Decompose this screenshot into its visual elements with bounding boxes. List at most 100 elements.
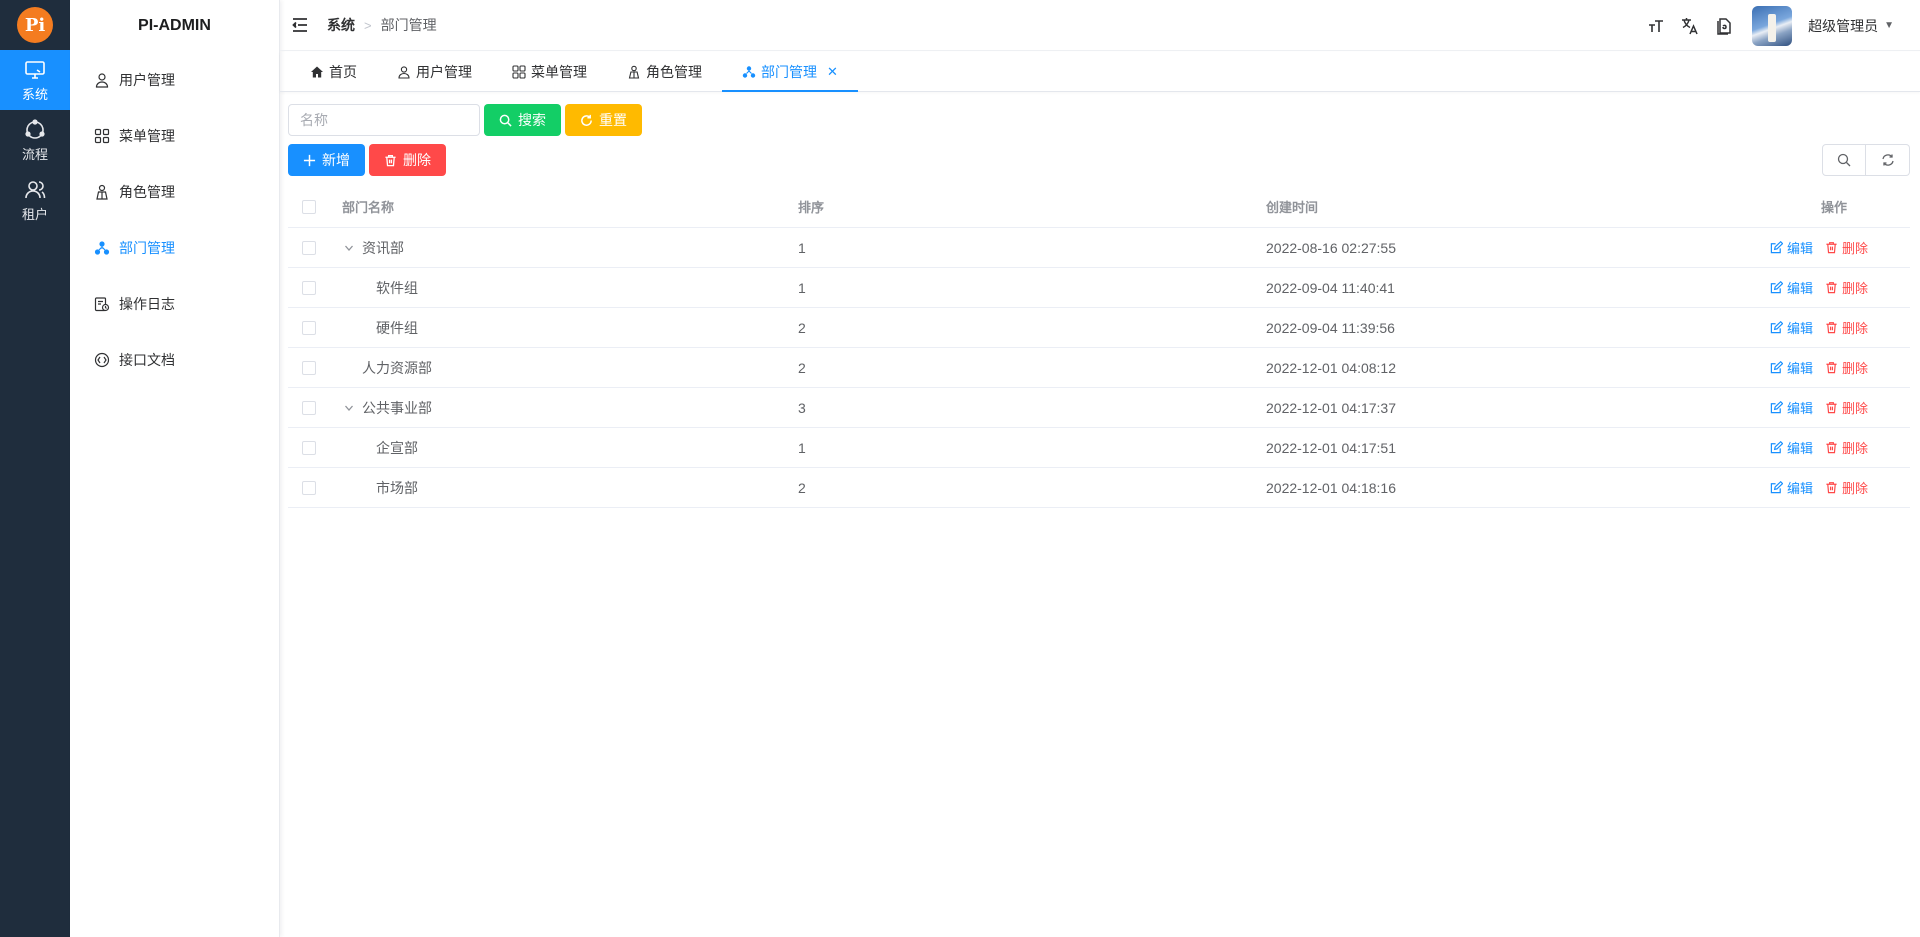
refresh-icon	[1881, 154, 1894, 166]
flow-icon	[25, 118, 45, 139]
delete-button[interactable]: 删除	[1825, 478, 1868, 497]
edit-button[interactable]: 编辑	[1770, 398, 1813, 417]
tab-users[interactable]: 用户管理	[377, 52, 492, 91]
edit-button[interactable]: 编辑	[1770, 358, 1813, 377]
edit-icon	[1770, 321, 1783, 334]
cell-created: 2022-12-01 04:17:51	[1266, 439, 1396, 456]
delete-button[interactable]: 删除	[1825, 438, 1868, 457]
tab-menus[interactable]: 菜单管理	[492, 52, 607, 91]
edit-label: 编辑	[1786, 241, 1813, 256]
menu-fold-icon[interactable]	[291, 16, 309, 34]
delete-button[interactable]: 删除	[1825, 278, 1868, 297]
department-name: 人力资源部	[362, 359, 432, 376]
batch-delete-label: 删除	[403, 152, 431, 168]
trash-icon	[1826, 482, 1837, 494]
rail-item-flow[interactable]: 流程	[0, 110, 70, 170]
row-checkbox[interactable]	[302, 440, 316, 455]
chevron-down-icon[interactable]	[342, 243, 356, 253]
table-row: 企宣部 1 2022-12-01 04:17:51 编辑 删除	[288, 428, 1910, 468]
font-size-icon[interactable]	[1646, 16, 1666, 36]
cell-created: 2022-08-16 02:27:55	[1266, 239, 1396, 256]
username[interactable]: 超级管理员	[1808, 16, 1878, 36]
row-checkbox[interactable]	[302, 280, 316, 295]
cell-name: 硬件组	[316, 318, 798, 338]
search-icon	[1837, 153, 1851, 167]
edit-icon	[1770, 441, 1783, 454]
app-logo[interactable]: Pi	[0, 0, 70, 50]
search-button-label: 搜索	[518, 112, 546, 128]
menu-item-label: 菜单管理	[119, 128, 175, 144]
table-row: 人力资源部 2 2022-12-01 04:08:12 编辑 删除	[288, 348, 1910, 388]
department-name: 硬件组	[376, 319, 418, 336]
department-name: 软件组	[376, 279, 418, 296]
menu-item-label: 接口文档	[119, 352, 175, 368]
close-icon[interactable]: ✕	[827, 64, 838, 80]
menu-item-label: 部门管理	[119, 240, 175, 256]
menu-item-roles[interactable]: 角色管理	[70, 164, 279, 220]
edit-button[interactable]: 编辑	[1770, 478, 1813, 497]
cell-created: 2022-12-01 04:18:16	[1266, 479, 1396, 496]
edit-button[interactable]: 编辑	[1770, 318, 1813, 337]
role-icon	[628, 65, 640, 79]
rail-item-tenant[interactable]: 租户	[0, 170, 70, 230]
cell-sort: 1	[798, 439, 806, 456]
trash-icon	[1826, 322, 1837, 334]
translate-icon[interactable]	[1680, 16, 1700, 36]
refresh-button[interactable]	[1866, 144, 1910, 176]
toggle-search-button[interactable]	[1822, 144, 1866, 176]
edit-button[interactable]: 编辑	[1770, 278, 1813, 297]
row-checkbox[interactable]	[302, 400, 316, 415]
cell-name: 软件组	[316, 278, 798, 298]
row-checkbox[interactable]	[302, 480, 316, 495]
delete-button[interactable]: 删除	[1825, 398, 1868, 417]
org-icon	[94, 241, 110, 255]
name-search-input[interactable]	[288, 104, 480, 136]
table-header: 部门名称 排序 创建时间 操作	[288, 186, 1910, 228]
chevron-down-icon[interactable]: ▼	[1884, 20, 1894, 31]
column-header-created: 创建时间	[1266, 200, 1319, 215]
log-icon	[94, 297, 110, 312]
table-tools	[1822, 144, 1910, 176]
cell-name: 人力资源部	[316, 358, 798, 378]
menu-item-label: 操作日志	[119, 296, 175, 312]
cell-created: 2022-09-04 11:40:41	[1266, 279, 1395, 296]
reset-button[interactable]: 重置	[565, 104, 642, 136]
grid-icon	[94, 128, 110, 144]
search-button[interactable]: 搜索	[484, 104, 561, 136]
rail-item-system[interactable]: 系统	[0, 50, 70, 110]
cell-actions: 编辑 删除	[1736, 238, 1892, 257]
edit-label: 编辑	[1786, 401, 1813, 416]
batch-delete-button[interactable]: 删除	[369, 144, 446, 176]
menu-item-menus[interactable]: 菜单管理	[70, 108, 279, 164]
breadcrumb-item[interactable]: 系统	[327, 15, 355, 35]
table-row: 软件组 1 2022-09-04 11:40:41 编辑 删除	[288, 268, 1910, 308]
tab-departments[interactable]: 部门管理 ✕	[722, 52, 858, 92]
tab-home[interactable]: 首页	[290, 52, 377, 91]
delete-label: 删除	[1841, 281, 1868, 296]
row-checkbox[interactable]	[302, 320, 316, 335]
trash-icon	[1826, 242, 1837, 254]
module-rail: Pi 系统 流程 租户	[0, 0, 70, 937]
row-checkbox[interactable]	[302, 360, 316, 375]
document-icon[interactable]	[1714, 16, 1734, 36]
edit-button[interactable]: 编辑	[1770, 238, 1813, 257]
table-toolbar: 新增 删除	[288, 144, 1910, 176]
trash-icon	[1826, 282, 1837, 294]
chevron-down-icon[interactable]	[342, 403, 356, 413]
menu-item-users[interactable]: 用户管理	[70, 52, 279, 108]
delete-label: 删除	[1841, 441, 1868, 456]
add-button[interactable]: 新增	[288, 144, 365, 176]
delete-button[interactable]: 删除	[1825, 238, 1868, 257]
select-all-checkbox[interactable]	[302, 199, 316, 214]
delete-button[interactable]: 删除	[1825, 358, 1868, 377]
menu-item-api-docs[interactable]: 接口文档	[70, 332, 279, 388]
delete-button[interactable]: 删除	[1825, 318, 1868, 337]
tab-roles[interactable]: 角色管理	[607, 52, 722, 91]
menu-item-logs[interactable]: 操作日志	[70, 276, 279, 332]
rail-label: 系统	[21, 86, 48, 102]
monitor-icon	[25, 60, 45, 79]
avatar[interactable]	[1752, 5, 1793, 46]
menu-item-departments[interactable]: 部门管理	[70, 220, 279, 276]
row-checkbox[interactable]	[302, 240, 316, 255]
edit-button[interactable]: 编辑	[1770, 438, 1813, 457]
